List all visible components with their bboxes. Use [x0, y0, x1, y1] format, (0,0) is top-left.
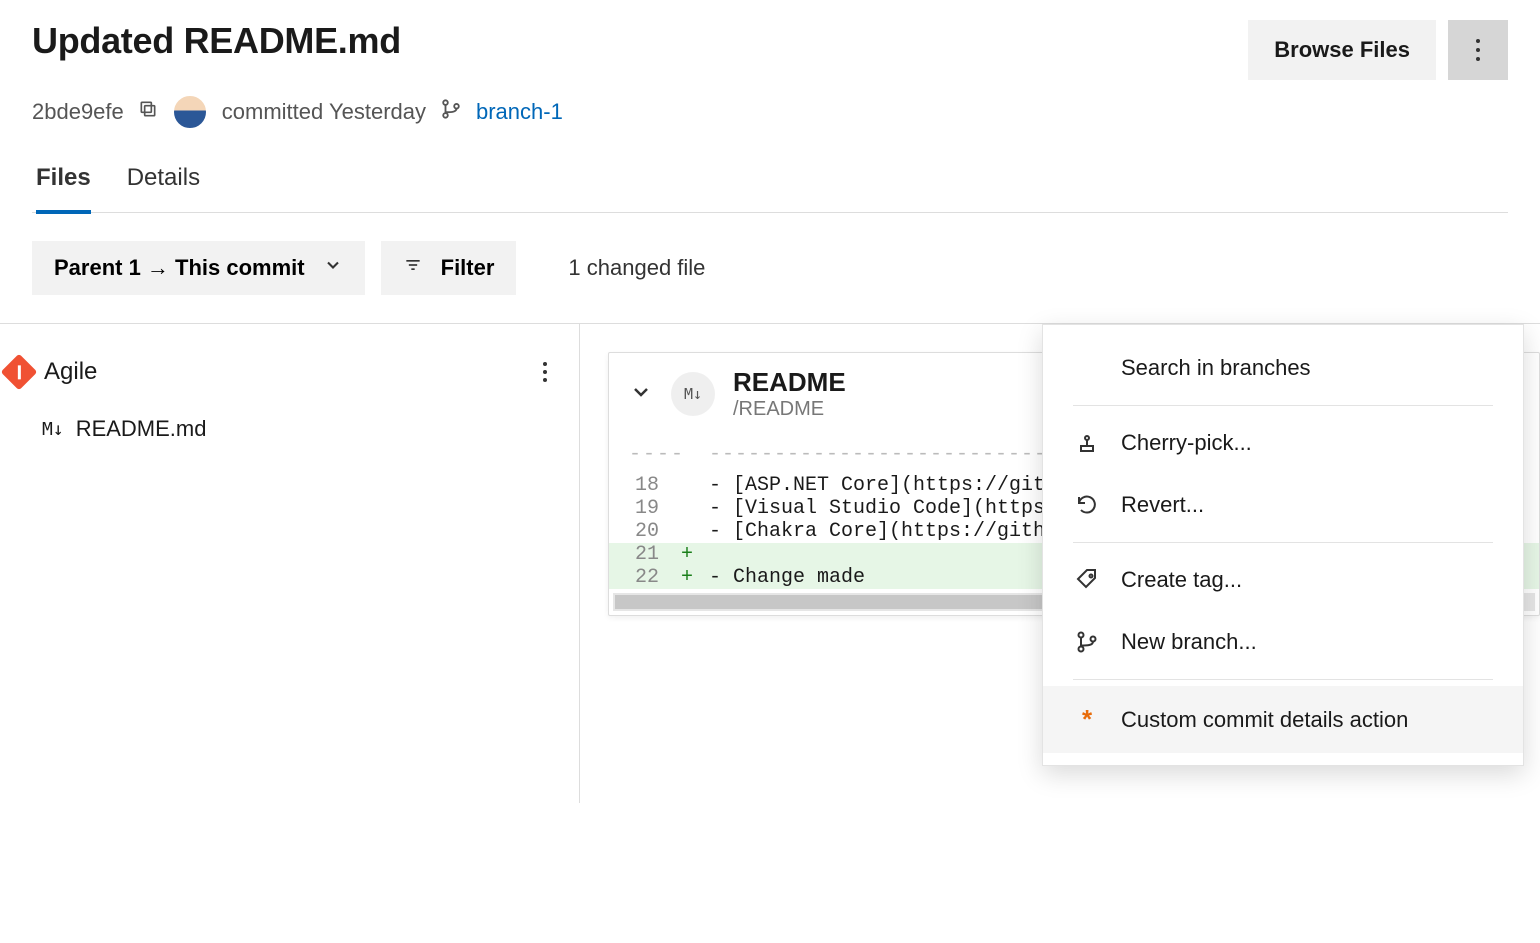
- filter-button[interactable]: Filter: [381, 241, 517, 295]
- file-type-icon: M↓: [671, 372, 715, 416]
- chevron-down-icon: [323, 255, 343, 281]
- markdown-icon: M↓: [42, 419, 64, 440]
- commit-meta: 2bde9efe committed Yesterday branch-1: [32, 94, 1508, 130]
- asterisk-icon: *: [1073, 704, 1101, 735]
- page-title: Updated README.md: [32, 20, 401, 62]
- changed-files-text: 1 changed file: [568, 255, 705, 281]
- diff-file-path: /README: [733, 398, 846, 421]
- menu-cherry-pick[interactable]: Cherry-pick...: [1043, 412, 1523, 474]
- compare-dropdown[interactable]: Parent 1 → This commit: [32, 241, 365, 295]
- tree-file-label: README.md: [76, 416, 207, 442]
- tab-files[interactable]: Files: [36, 164, 91, 214]
- browse-files-button[interactable]: Browse Files: [1248, 20, 1436, 80]
- tree-file-item[interactable]: M↓ README.md: [0, 396, 579, 448]
- menu-create-tag[interactable]: Create tag...: [1043, 549, 1523, 611]
- filter-label: Filter: [441, 255, 495, 281]
- repo-root[interactable]: Agile: [44, 358, 97, 386]
- menu-separator: [1073, 679, 1493, 680]
- cherry-pick-icon: [1073, 431, 1101, 455]
- more-icon: [1476, 39, 1480, 61]
- menu-custom-action[interactable]: * Custom commit details action: [1043, 686, 1523, 753]
- tab-details[interactable]: Details: [127, 164, 200, 212]
- committed-text: committed Yesterday: [222, 99, 426, 125]
- file-tree: Agile M↓ README.md: [0, 324, 580, 803]
- diff-file-name: README: [733, 367, 846, 398]
- revert-icon: [1073, 493, 1101, 517]
- tag-icon: [1073, 568, 1101, 592]
- menu-new-branch[interactable]: New branch...: [1043, 611, 1523, 673]
- compare-label: Parent 1 → This commit: [54, 255, 305, 281]
- menu-revert[interactable]: Revert...: [1043, 474, 1523, 536]
- actions-menu: Search in branches Cherry-pick... Revert…: [1042, 324, 1524, 766]
- copy-icon[interactable]: [138, 99, 158, 125]
- filter-icon: [403, 255, 423, 281]
- branch-icon: [1073, 630, 1101, 654]
- menu-search-branches[interactable]: Search in branches: [1043, 337, 1523, 399]
- more-actions-button[interactable]: [1448, 20, 1508, 80]
- menu-separator: [1073, 542, 1493, 543]
- branch-link[interactable]: branch-1: [476, 99, 563, 125]
- branch-icon: [440, 98, 462, 126]
- tree-more-button[interactable]: [535, 354, 555, 390]
- menu-separator: [1073, 405, 1493, 406]
- collapse-icon[interactable]: [629, 380, 653, 409]
- tabs: Files Details: [32, 164, 1508, 213]
- git-icon: [1, 354, 38, 391]
- commit-hash: 2bde9efe: [32, 99, 124, 125]
- avatar: [172, 94, 208, 130]
